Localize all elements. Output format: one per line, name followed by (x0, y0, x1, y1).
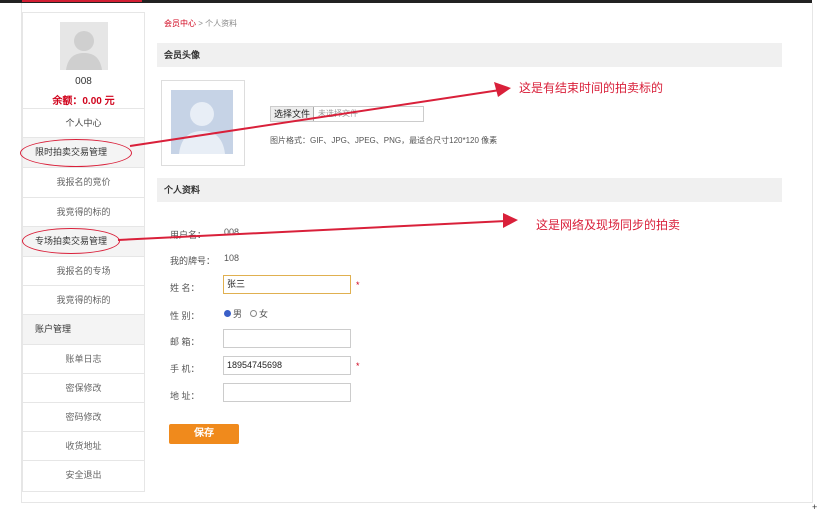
plus-cursor-icon: + (812, 502, 818, 512)
annotation-timed-auction: 这是有结束时间的拍卖标的 (519, 81, 664, 95)
arrow-top-head (494, 82, 511, 97)
arrow-bottom-head (503, 213, 518, 228)
arrow-bottom-line (117, 220, 507, 241)
annotation-sync-auction: 这是网络及现场同步的拍卖 (536, 218, 681, 232)
annotation-arrows (117, 82, 518, 241)
arrow-top-line (129, 89, 501, 147)
